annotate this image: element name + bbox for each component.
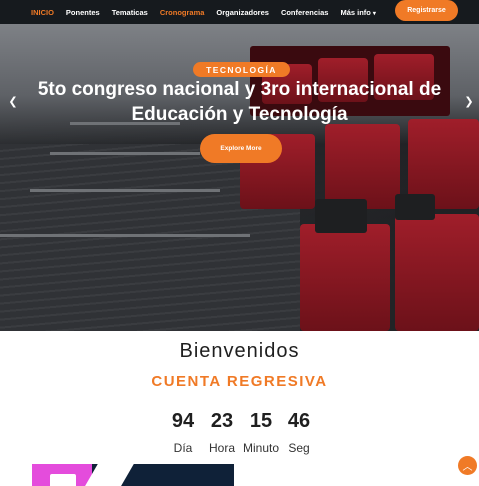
hero-armrest [315,199,367,233]
hero-step [30,189,220,192]
register-button[interactable]: Registrarse [395,0,458,21]
chevron-right-icon[interactable]: ❯ [464,95,474,109]
countdown-minutes-value: 15 [249,410,273,432]
nav-menu: INICIO Ponentes Tematicas Cronograma Org… [31,0,388,24]
nav-item-ponentes[interactable]: Ponentes [66,8,100,17]
hero-badge: TECNOLOGÍA [193,62,290,77]
nav-item-conferencias[interactable]: Conferencias [281,8,329,17]
chevron-up-icon[interactable]: ︿ [458,456,477,475]
hero-title: 5to congreso nacional y 3ro internaciona… [37,79,442,125]
banner-white-block [50,474,76,486]
nav-item-tematicas[interactable]: Tematicas [112,8,148,17]
welcome-heading: Bienvenidos [179,340,300,362]
hero-step [0,234,250,237]
caret-down-icon: ▾ [372,10,376,17]
nav-item-mas-info-label: Más info [340,7,371,17]
top-navbar: INICIO Ponentes Tematicas Cronograma Org… [0,0,479,24]
bottom-banner-image [32,464,234,486]
countdown-seconds-label: Seg [288,441,310,455]
chevron-left-icon[interactable]: ❮ [8,95,18,109]
countdown-title: CUENTA REGRESIVA [151,373,328,390]
explore-more-button[interactable]: Explore More [200,134,282,163]
hero-armrest [395,194,435,220]
hero-seat [325,124,400,209]
countdown-seconds-value: 46 [287,410,311,432]
nav-item-organizadores[interactable]: Organizadores [216,8,269,17]
nav-item-mas-info[interactable]: Más info ▾ [340,8,375,17]
countdown-days-value: 94 [171,410,195,432]
nav-item-inicio[interactable]: INICIO [31,8,54,17]
countdown-hours-value: 23 [210,410,234,432]
hero-step [50,152,200,155]
nav-item-cronograma[interactable]: Cronograma [160,8,205,17]
hero-seat [395,214,479,331]
hero-seat [300,224,390,331]
hero-carousel: ❮ ❯ TECNOLOGÍA 5to congreso nacional y 3… [0,24,479,331]
